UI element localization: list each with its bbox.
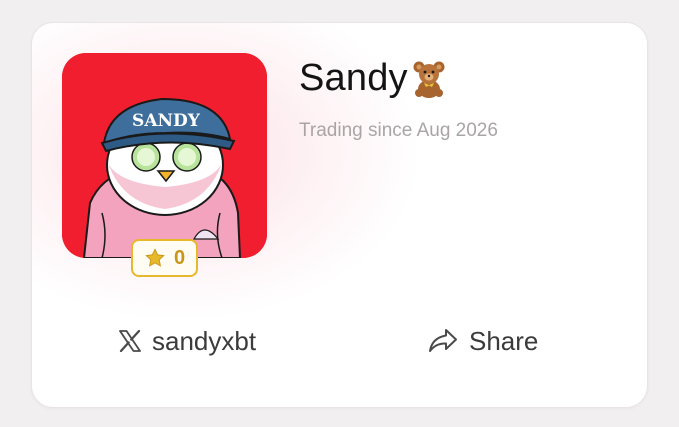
x-logo-icon [118,330,142,352]
star-icon [144,247,166,269]
share-icon [427,327,459,355]
avatar: SANDY [62,53,267,258]
avatar-cap-text: SANDY [132,111,201,131]
star-count: 0 [173,246,186,269]
trading-since: Trading since Aug 2026 [299,120,498,141]
x-profile-link[interactable]: sandyxbt [118,321,256,361]
share-button[interactable]: Share [427,321,538,361]
star-count-badge: 0 [131,239,198,277]
x-handle: sandyxbt [152,325,257,356]
profile-card: SANDY 0 Sandy Trading since Aug 2026 san… [31,22,648,408]
share-label: Share [469,325,539,356]
profile-name: Sandy [299,57,408,99]
profile-name-row: Sandy [299,57,448,100]
avatar-container: SANDY 0 [62,53,267,277]
teddy-bear-icon [410,59,448,99]
